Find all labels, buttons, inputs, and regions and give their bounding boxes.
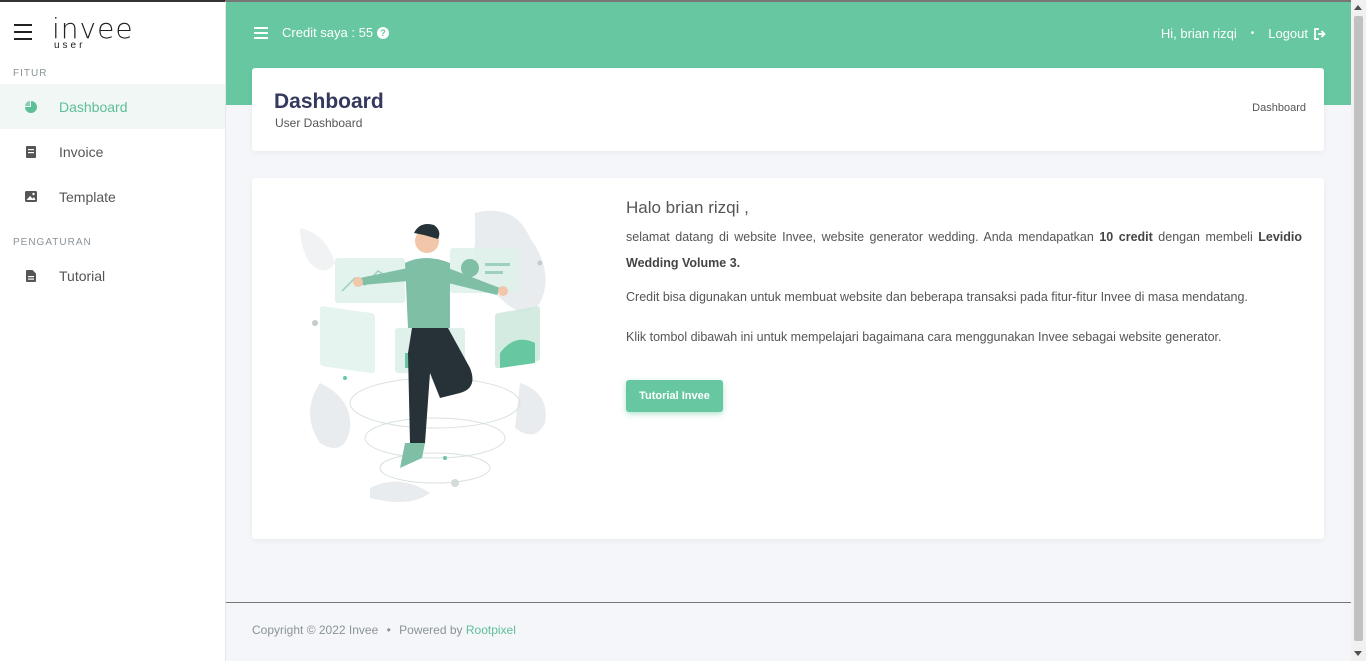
image-icon [25, 191, 37, 203]
sidebar-menu-icon[interactable] [14, 24, 32, 40]
section-label-pengaturan: PENGATURAN [13, 237, 92, 248]
footer-divider [226, 602, 1351, 603]
file-icon [25, 269, 37, 282]
powered-by: Powered by [399, 623, 466, 637]
sidebar-item-label: Tutorial [59, 267, 106, 284]
welcome-paragraph: selamat datang di website Invee, website… [626, 224, 1302, 276]
welcome-greeting: Halo brian rizqi , [626, 198, 749, 217]
sidebar-item-tutorial[interactable]: Tutorial [0, 253, 225, 298]
toggle-sidebar-icon[interactable] [254, 26, 268, 39]
logout-link[interactable]: Logout [1268, 26, 1308, 41]
help-icon[interactable]: ? [377, 26, 390, 39]
page-title: Dashboard [274, 90, 384, 113]
section-label-fitur: FITUR [13, 68, 48, 79]
sidebar-item-invoice[interactable]: Invoice [0, 129, 225, 174]
topbar-border [226, 0, 1351, 2]
receipt-icon [25, 145, 37, 158]
tutorial-button[interactable]: Tutorial Invee [626, 380, 723, 412]
credit-amount: 10 credit [1099, 230, 1153, 244]
footer-separator: • [386, 623, 391, 637]
rootpixel-link[interactable]: Rootpixel [466, 623, 516, 637]
sidebar-item-dashboard[interactable]: Dashboard [0, 84, 225, 129]
scrollbar[interactable] [1351, 0, 1366, 661]
brand: invee user [0, 2, 225, 64]
footer: Copyright © 2022 Invee • Powered by Root… [252, 623, 516, 637]
user-greeting[interactable]: Hi, brian rizqi [1161, 26, 1237, 41]
logout-icon[interactable] [1314, 27, 1326, 40]
sidebar-item-template[interactable]: Template [0, 174, 225, 219]
breadcrumb[interactable]: Dashboard [1252, 102, 1306, 114]
welcome-card: Halo brian rizqi , selamat datang di web… [252, 178, 1324, 539]
welcome-text-part: dengan membeli [1152, 230, 1259, 244]
credit-label: Credit saya : 55 [282, 25, 374, 40]
credit-info: Credit bisa digunakan untuk membuat webs… [626, 290, 1248, 304]
scrollbar-thumb[interactable] [1354, 16, 1363, 641]
sidebar-item-label: Invoice [59, 143, 104, 160]
logo-text: invee [52, 12, 134, 45]
welcome-text-part: selamat datang di website Invee, website… [626, 230, 1100, 244]
tutorial-info: Klik tombol dibawah ini untuk mempelajar… [626, 330, 1222, 344]
chart-pie-icon [25, 100, 37, 113]
sidebar-item-label: Template [59, 188, 116, 205]
logo[interactable]: invee user [52, 15, 134, 51]
page-subtitle: User Dashboard [275, 116, 363, 130]
sidebar: invee user FITUR Dashboard Invoice Templ… [0, 0, 226, 661]
copyright: Copyright © 2022 Invee [252, 623, 379, 637]
separator: • [1250, 28, 1255, 39]
page-header: Dashboard User Dashboard Dashboard [252, 68, 1324, 151]
scroll-up-arrow[interactable] [1354, 5, 1362, 10]
sidebar-item-label: Dashboard [59, 98, 128, 115]
scroll-down-arrow[interactable] [1354, 651, 1362, 656]
welcome-text: Halo brian rizqi , selamat datang di web… [626, 198, 1302, 346]
dashboard-illustration [300, 210, 546, 502]
